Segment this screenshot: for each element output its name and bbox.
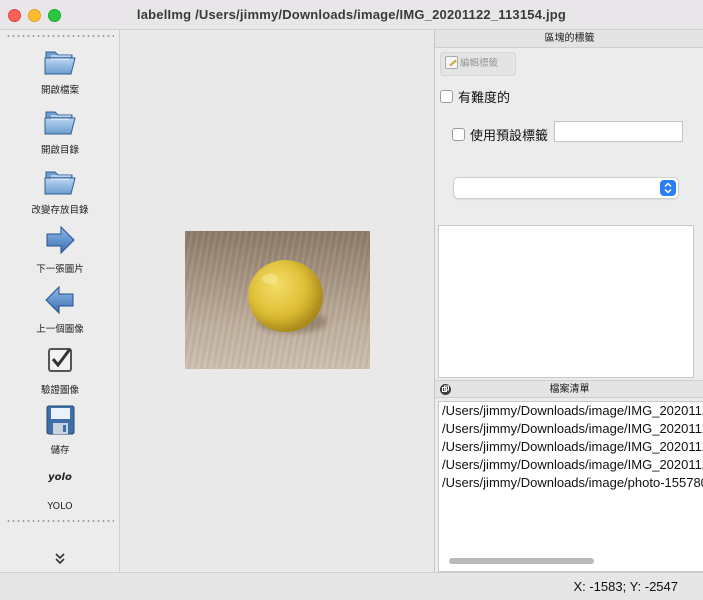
default-label-checkbox-label: 使用預設標籤 bbox=[470, 129, 549, 144]
chevron-double-down-icon[interactable] bbox=[52, 552, 68, 568]
file-list-item[interactable]: /Users/jimmy/Downloads/image/photo-15578… bbox=[439, 474, 703, 492]
yolo-icon: yolo bbox=[48, 472, 72, 483]
box-label-list[interactable] bbox=[438, 225, 694, 378]
updown-arrows-icon bbox=[660, 180, 676, 196]
image-canvas[interactable] bbox=[121, 30, 434, 572]
edit-label-text: 編輯標籤 bbox=[460, 58, 499, 69]
yolo-label: YOLO bbox=[47, 501, 73, 512]
verify-image-label: 驗證圖像 bbox=[40, 385, 79, 396]
verify-image-button[interactable]: 驗證圖像 bbox=[0, 344, 120, 404]
cursor-coordinates: X: -1583; Y: -2547 bbox=[573, 579, 678, 594]
file-list-item[interactable]: /Users/jimmy/Downloads/image/IMG_2020112… bbox=[439, 438, 703, 456]
file-list-item[interactable]: /Users/jimmy/Downloads/image/IMG_2020112… bbox=[439, 456, 703, 474]
folder-open-icon bbox=[44, 51, 76, 75]
left-toolbar: 開啟檔案 開啟目錄 改變存放目錄 下一張圖片 上一個圖像 驗證圖像 儲存 yol… bbox=[0, 30, 120, 572]
difficult-checkbox-row[interactable]: 有難度的 bbox=[440, 87, 510, 106]
folder-open-icon bbox=[44, 171, 76, 195]
close-window-button[interactable] bbox=[8, 9, 21, 22]
file-list-header: 檔案清單 bbox=[435, 380, 703, 398]
title-bar: labelImg /Users/jimmy/Downloads/image/IM… bbox=[0, 0, 703, 30]
status-bar: X: -1583; Y: -2547 bbox=[0, 572, 703, 600]
label-combobox[interactable] bbox=[453, 177, 679, 199]
next-image-label: 下一張圖片 bbox=[36, 264, 84, 275]
toolbar-grip[interactable] bbox=[6, 35, 114, 37]
file-list-item[interactable]: /Users/jimmy/Downloads/image/IMG_2020112… bbox=[439, 402, 703, 420]
file-list[interactable]: /Users/jimmy/Downloads/image/IMG_2020112… bbox=[438, 401, 703, 572]
default-label-checkbox[interactable] bbox=[452, 128, 465, 141]
prev-image-button[interactable]: 上一個圖像 bbox=[0, 283, 120, 343]
change-save-dir-button[interactable]: 改變存放目錄 bbox=[0, 164, 120, 224]
toolbar-separator bbox=[6, 520, 114, 522]
save-label: 儲存 bbox=[50, 445, 70, 456]
arrow-right-icon bbox=[46, 225, 75, 255]
open-file-button[interactable]: 開啟檔案 bbox=[0, 44, 120, 104]
right-dock: 區塊的標籤 編輯標籤 有難度的 使用預設標籤 檔案清單 /Users/jimmy… bbox=[434, 30, 703, 572]
minimize-window-button[interactable] bbox=[28, 9, 41, 22]
orange-fruit-image bbox=[248, 260, 323, 332]
edit-label-button[interactable]: 編輯標籤 bbox=[440, 52, 516, 76]
difficult-label: 有難度的 bbox=[458, 91, 511, 106]
checkbox-verify-icon bbox=[48, 348, 72, 372]
box-labels-title: 區塊的標籤 bbox=[435, 30, 703, 48]
open-dir-button[interactable]: 開啟目錄 bbox=[0, 104, 120, 164]
file-list-title: 檔案清單 bbox=[549, 384, 590, 395]
difficult-checkbox[interactable] bbox=[440, 90, 453, 103]
yolo-format-button[interactable]: yolo YOLO bbox=[0, 468, 120, 528]
open-file-label: 開啟檔案 bbox=[40, 85, 79, 96]
window-title: labelImg /Users/jimmy/Downloads/image/IM… bbox=[136, 7, 567, 22]
prev-image-label: 上一個圖像 bbox=[36, 324, 84, 335]
edit-pencil-icon bbox=[445, 56, 458, 69]
next-image-button[interactable]: 下一張圖片 bbox=[0, 223, 120, 283]
open-dir-label: 開啟目錄 bbox=[40, 145, 79, 156]
labelimg-window: labelImg /Users/jimmy/Downloads/image/IM… bbox=[0, 0, 703, 600]
default-label-checkbox-row[interactable]: 使用預設標籤 bbox=[452, 125, 548, 144]
horizontal-scrollbar[interactable] bbox=[449, 558, 594, 564]
save-button[interactable]: 儲存 bbox=[0, 404, 120, 464]
default-label-input[interactable] bbox=[554, 121, 683, 142]
loaded-image[interactable] bbox=[185, 231, 370, 369]
floppy-save-icon bbox=[46, 405, 75, 435]
file-list-item[interactable]: /Users/jimmy/Downloads/image/IMG_2020112… bbox=[439, 420, 703, 438]
folder-open-icon bbox=[44, 111, 76, 135]
maximize-window-button[interactable] bbox=[48, 9, 61, 22]
change-save-dir-label: 改變存放目錄 bbox=[31, 205, 89, 216]
arrow-left-icon bbox=[45, 285, 74, 315]
